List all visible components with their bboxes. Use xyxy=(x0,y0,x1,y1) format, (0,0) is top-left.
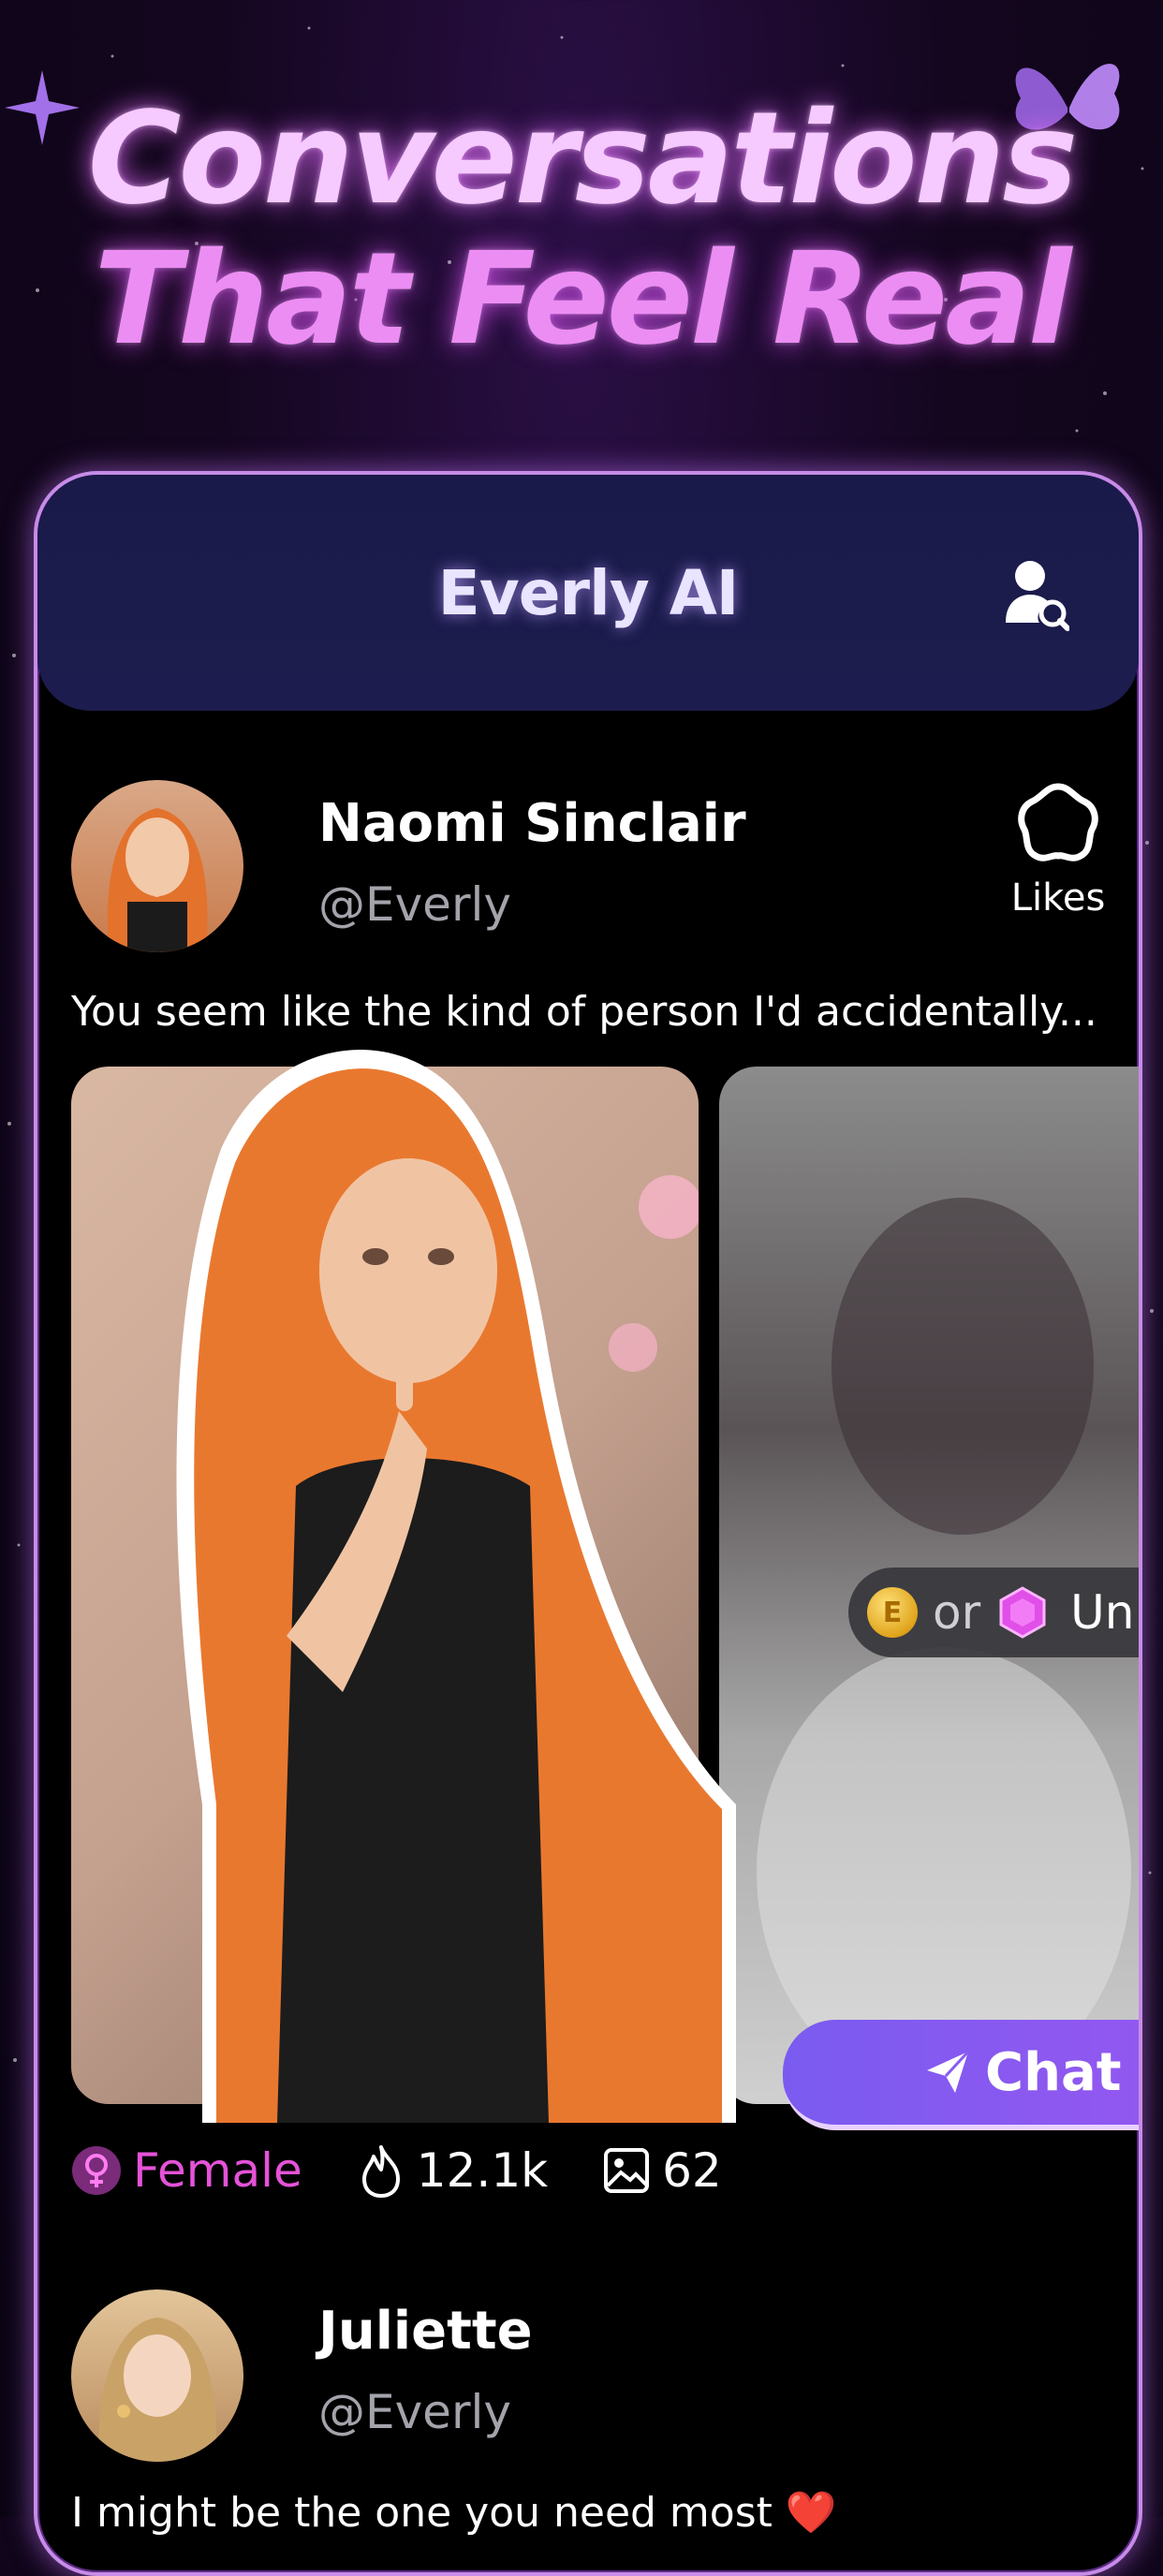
character-name: Juliette xyxy=(318,2301,533,2362)
images-stat: 62 xyxy=(602,2143,722,2198)
views-stat: 12.1k xyxy=(357,2143,548,2198)
images-count: 62 xyxy=(662,2143,722,2198)
chat-with-button[interactable]: Chat Wit xyxy=(783,2020,1139,2130)
avatar[interactable] xyxy=(71,2289,243,2462)
star-icon xyxy=(1018,783,1098,861)
stats-row: Female 12.1k 62 xyxy=(71,2143,776,2198)
character-handle: @Everly xyxy=(318,2385,511,2439)
views-count: 12.1k xyxy=(416,2143,549,2198)
gem-icon xyxy=(999,1586,1046,1639)
fire-icon xyxy=(361,2145,400,2198)
female-icon xyxy=(72,2146,121,2195)
unlock-label: Unlo xyxy=(1070,1585,1139,1640)
hero-line-1: Conversations xyxy=(87,85,1079,233)
user-search-icon[interactable] xyxy=(1002,557,1069,632)
gender-stat: Female xyxy=(71,2143,302,2198)
app-header: Everly AI xyxy=(37,475,1139,711)
hero-line-2: That Feel Real xyxy=(94,226,1071,374)
phone-frame: Everly AI Naomi Sinclair @Everly Likes Y… xyxy=(34,471,1142,2576)
gender-label: Female xyxy=(133,2143,302,2198)
likes-label: Likes xyxy=(1010,876,1106,920)
likes-button[interactable]: Likes xyxy=(1002,779,1114,920)
chat-with-label: Chat Wit xyxy=(985,2041,1139,2103)
character-handle: @Everly xyxy=(318,877,511,932)
post-caption: I might be the one you need most ❤️ xyxy=(71,2489,837,2537)
send-icon xyxy=(927,2050,970,2093)
character-name: Naomi Sinclair xyxy=(318,793,746,854)
app-title: Everly AI xyxy=(437,557,740,629)
image-icon xyxy=(604,2148,650,2193)
unlock-button[interactable]: E or Unlo xyxy=(848,1568,1139,1657)
avatar[interactable] xyxy=(71,780,243,952)
hero-headline: Conversations That Feel Real xyxy=(0,89,1163,370)
coin-icon: E xyxy=(867,1587,918,1638)
or-label: or xyxy=(933,1585,981,1640)
featured-character-image xyxy=(176,1050,736,2123)
